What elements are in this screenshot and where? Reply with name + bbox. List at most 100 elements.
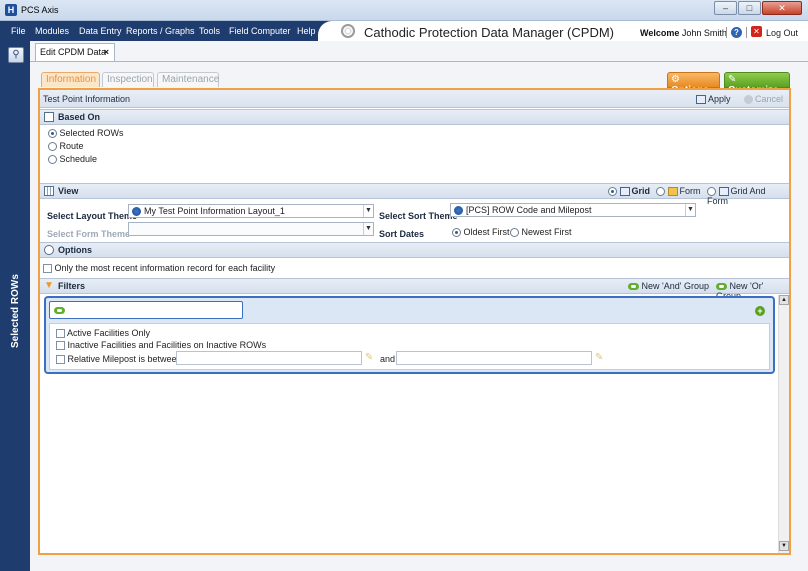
radio-button[interactable] [48,129,57,139]
menu-tools[interactable]: Tools [199,26,220,36]
filter-relative-milepost[interactable]: Relative Milepost is between [56,354,182,365]
maximize-icon[interactable]: □ [738,1,761,15]
menu-file[interactable]: File [11,26,26,36]
cancel-button[interactable]: Cancel [744,94,783,105]
milepost-to-input[interactable] [396,351,592,365]
milepost-from-input[interactable] [176,351,362,365]
checkbox[interactable] [56,329,65,339]
checkbox[interactable] [56,341,65,351]
recent-only-checkbox[interactable]: Only the most recent information record … [43,263,275,274]
and-label: and [380,354,396,364]
customize-button[interactable]: ✎ Customize [724,72,790,96]
logout-link[interactable]: Log Out [766,28,798,38]
form-theme-dropdown[interactable]: ▼ [128,222,374,236]
document-icon [44,112,54,122]
menu-modules[interactable]: Modules [35,26,69,36]
tab-divider [30,61,808,62]
tab-edit-cpdm-data[interactable]: Edit CPDM Data × [35,43,115,61]
radio-button[interactable] [510,228,519,238]
view-header[interactable]: View Grid Form Grid And Form [40,183,789,206]
cancel-icon [744,95,753,105]
close-tab-icon[interactable]: × [104,47,109,57]
header-separator [726,27,727,38]
chevron-down-icon[interactable]: ▼ [685,204,695,216]
view-mode-grid[interactable]: Grid [608,186,650,197]
radio-button[interactable] [656,187,665,197]
sort-theme-label: Select Sort Theme [379,211,458,221]
scroll-down-icon[interactable]: ▼ [779,541,789,551]
help-icon[interactable]: ? [731,27,742,38]
grid-icon [44,186,54,196]
tab-information[interactable]: Information [41,72,100,87]
sidebar-selected-rows-label[interactable]: Selected ROWs [10,274,21,348]
checkbox[interactable] [56,355,65,365]
welcome-text: Welcome John Smith [640,28,727,38]
tab-label: Edit CPDM Data [40,47,107,57]
user-name: John Smith [681,28,727,38]
sort-theme-dropdown[interactable]: [PCS] ROW Code and Milepost ▼ [450,203,696,217]
apply-label: Apply [708,94,731,104]
options-button[interactable]: ⚙ Options [667,72,720,96]
logout-icon[interactable]: ✕ [751,26,762,37]
gear-icon [44,245,54,255]
sort-dates-oldest[interactable]: Oldest First [452,227,510,238]
filters-title: Filters [58,281,86,291]
radio-button[interactable] [48,155,57,165]
search-icon[interactable]: ⚲ [8,47,24,63]
checkbox-label: Active Facilities Only [67,328,151,338]
pencil-icon[interactable]: ✎ [365,353,375,363]
window-controls: – □ ✕ [714,1,802,15]
tab-inspection[interactable]: Inspection [102,72,154,87]
menu-field-computer[interactable]: Field Computer [229,26,291,36]
view-mode-form[interactable]: Form [656,186,701,197]
grid-and-form-label: Grid And Form [707,186,766,207]
radio-schedule[interactable]: Schedule [48,154,98,165]
filters-scrollbar[interactable]: ▲ ▼ [778,295,789,553]
welcome-label: Welcome [640,28,680,38]
radio-button[interactable] [707,187,716,197]
checkbox-label: Inactive Facilities and Facilities on In… [67,340,267,350]
apply-button[interactable]: Apply [696,94,731,105]
radio-label: Selected ROWs [59,128,124,138]
grid-and-form-icon [718,187,729,197]
chevron-down-icon[interactable]: ▼ [363,205,373,217]
save-icon [696,95,706,105]
sort-dates-label: Sort Dates [379,229,425,239]
checkbox[interactable] [43,264,52,274]
menu-reports-graphs[interactable]: Reports / Graphs [126,26,195,36]
window-titlebar: H PCS Axis – □ ✕ [0,0,808,21]
filter-inactive-facilities[interactable]: Inactive Facilities and Facilities on In… [56,340,267,351]
tab-maintenance[interactable]: Maintenance [157,72,219,87]
radio-button[interactable] [48,142,57,152]
close-window-icon[interactable]: ✕ [762,1,802,15]
radio-label: Schedule [59,154,98,164]
menu-help[interactable]: Help [297,26,316,36]
radio-selected-rows[interactable]: Selected ROWs [48,128,124,139]
radio-button[interactable] [608,187,617,197]
sort-dates-newest[interactable]: Newest First [510,227,572,238]
new-and-group-button[interactable]: New 'And' Group [628,281,709,291]
options-header[interactable]: Options [40,242,789,258]
radio-button[interactable] [452,228,461,238]
minimize-icon[interactable]: – [714,1,737,15]
based-on-header[interactable]: Based On [40,109,789,125]
checkbox-label: Relative Milepost is between [67,354,182,364]
panel-title: Test Point Information [43,94,131,104]
or-group-icon [716,283,727,291]
chevron-down-icon[interactable]: ▼ [363,223,373,235]
layout-theme-dropdown[interactable]: My Test Point Information Layout_1 ▼ [128,204,374,218]
wrench-icon: ✎ [728,74,737,85]
pencil-icon[interactable]: ✎ [595,353,605,363]
add-filter-icon[interactable]: + [755,306,765,316]
view-mode-grid-and-form[interactable]: Grid And Form [707,186,789,206]
filter-active-facilities[interactable]: Active Facilities Only [56,328,151,339]
filters-header[interactable]: ▼ Filters New 'And' Group New 'Or' Group [40,278,789,301]
grid-mode-icon [619,187,630,197]
radio-label: Newest First [521,227,572,237]
based-on-title: Based On [58,112,101,122]
filter-group-name-input[interactable] [49,301,243,319]
scroll-up-icon[interactable]: ▲ [779,295,789,305]
menu-data-entry[interactable]: Data Entry [79,26,122,36]
options-title: Options [58,245,92,255]
radio-route[interactable]: Route [48,141,84,152]
